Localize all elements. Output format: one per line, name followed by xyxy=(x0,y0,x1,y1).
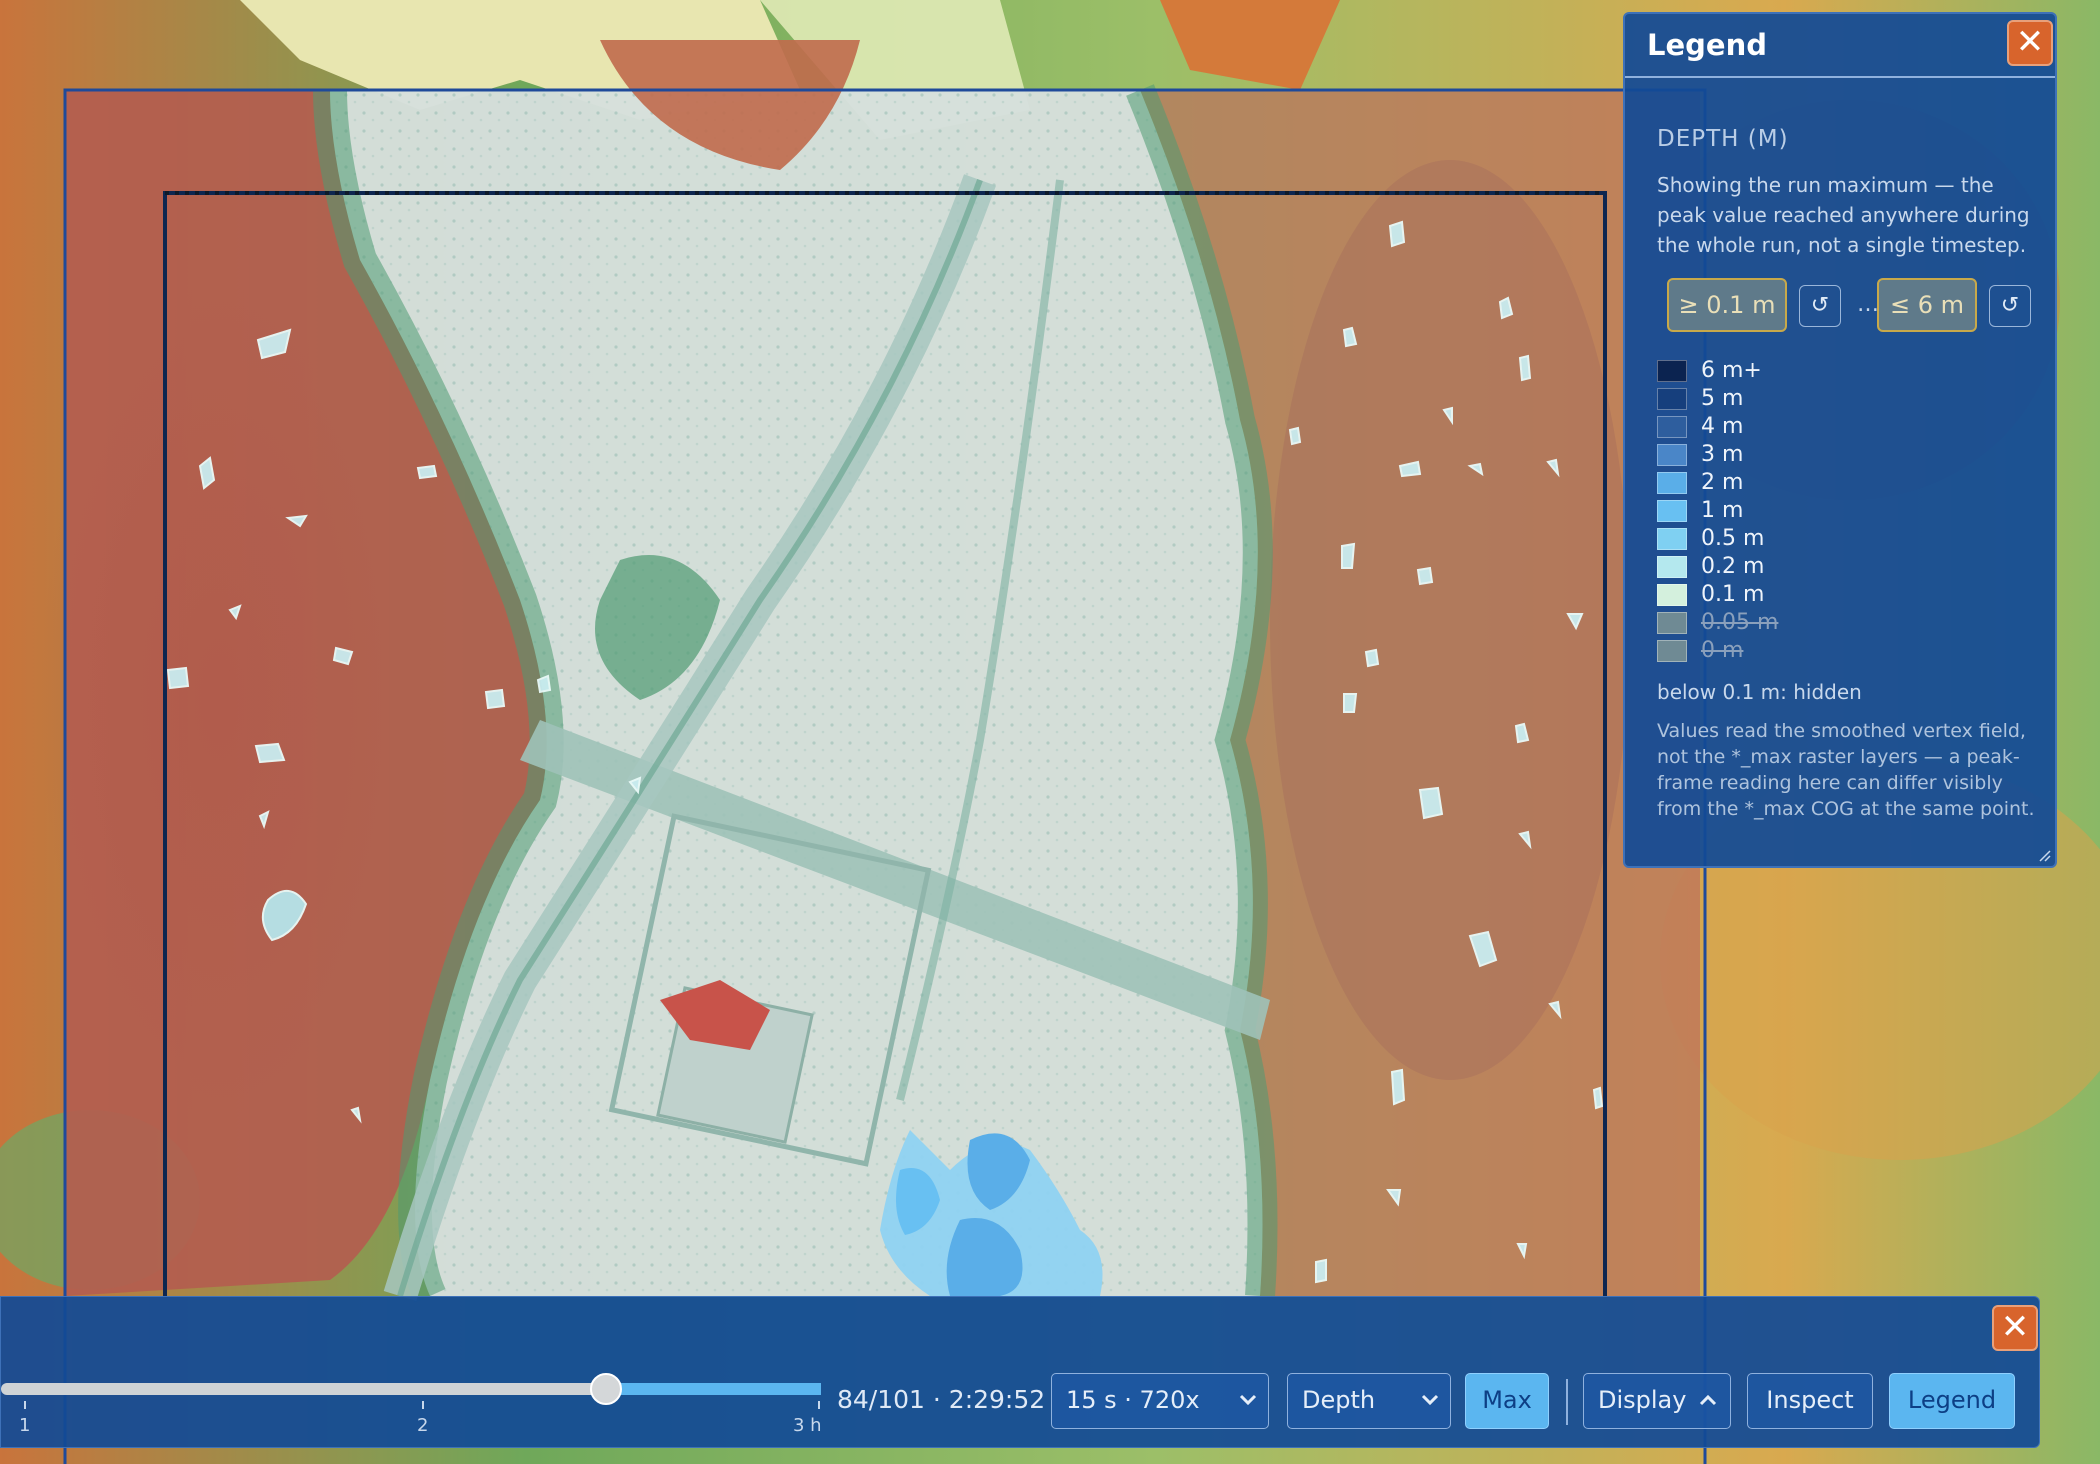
inspect-button[interactable]: Inspect xyxy=(1747,1373,1873,1429)
playback-close-button[interactable]: ✕ xyxy=(1992,1305,2038,1351)
legend-swatch xyxy=(1657,612,1687,634)
legend-swatch xyxy=(1657,444,1687,466)
display-menu-button[interactable]: Display xyxy=(1583,1373,1731,1429)
legend-item-label: 5 m xyxy=(1701,386,1744,411)
legend-item-label: 2 m xyxy=(1701,470,1744,495)
timeline-progress xyxy=(606,1383,821,1395)
legend-swatch xyxy=(1657,360,1687,382)
legend-panel: Legend ✕ DEPTH (M) Showing the run maxim… xyxy=(1623,12,2057,868)
range-filter-row: ≥ 0.1 m ↺ … ≤ 6 m ↺ xyxy=(1667,278,2039,334)
legend-item-label: 0.5 m xyxy=(1701,526,1765,551)
variable-select-value: Depth xyxy=(1302,1386,1376,1414)
legend-swatch xyxy=(1657,556,1687,578)
display-label: Display xyxy=(1598,1386,1687,1414)
timeline-tick-label: 3 h xyxy=(793,1415,822,1436)
legend-title: Legend xyxy=(1647,28,1767,62)
legend-swatch xyxy=(1657,584,1687,606)
close-icon: ✕ xyxy=(2015,22,2045,62)
variable-select[interactable]: Depth xyxy=(1287,1373,1451,1429)
legend-swatch xyxy=(1657,500,1687,522)
min-depth-filter-button[interactable]: ≥ 0.1 m xyxy=(1667,278,1787,332)
legend-item-label: 0.05 m xyxy=(1701,610,1779,635)
legend-item-label: 3 m xyxy=(1701,442,1744,467)
legend-section-title: DEPTH (M) xyxy=(1657,126,1789,152)
reset-min-button[interactable]: ↺ xyxy=(1799,285,1841,327)
timeline-thumb[interactable] xyxy=(590,1373,622,1405)
reset-icon: ↺ xyxy=(2000,293,2020,318)
max-toggle-button[interactable]: Max xyxy=(1465,1373,1549,1429)
legend-item-label: 0.2 m xyxy=(1701,554,1765,579)
legend-swatch xyxy=(1657,528,1687,550)
playback-bar: ✕ 1 2 3 h 84/101 · 2:29:52 15 s · 720x D… xyxy=(0,1296,2040,1448)
resize-handle-icon[interactable] xyxy=(2037,848,2051,862)
legend-header: Legend ✕ xyxy=(1625,14,2055,78)
legend-item-label: 0.1 m xyxy=(1701,582,1765,607)
range-ellipsis: … xyxy=(1857,292,1879,317)
chevron-down-icon xyxy=(1239,1394,1257,1406)
reset-icon: ↺ xyxy=(1810,293,1830,318)
max-depth-filter-button[interactable]: ≤ 6 m xyxy=(1877,278,1977,332)
legend-item-label: 1 m xyxy=(1701,498,1744,523)
legend-item-label: 6 m+ xyxy=(1701,358,1762,383)
close-icon: ✕ xyxy=(2000,1307,2030,1347)
toolbar-divider xyxy=(1566,1379,1568,1425)
chevron-up-icon xyxy=(1699,1394,1717,1406)
legend-close-button[interactable]: ✕ xyxy=(2007,20,2053,66)
legend-swatch xyxy=(1657,472,1687,494)
timeline-tick-label: 2 xyxy=(417,1415,429,1436)
chevron-down-icon xyxy=(1421,1394,1439,1406)
legend-item-label: 0 m xyxy=(1701,638,1744,663)
legend-footnote: Values read the smoothed vertex field, n… xyxy=(1657,720,2035,820)
legend-description: Showing the run maximum — the peak value… xyxy=(1657,173,2030,257)
legend-swatch xyxy=(1657,416,1687,438)
legend-item-label: 4 m xyxy=(1701,414,1744,439)
speed-select[interactable]: 15 s · 720x xyxy=(1051,1373,1269,1429)
legend-swatch xyxy=(1657,640,1687,662)
time-readout: 84/101 · 2:29:52 xyxy=(837,1385,1046,1414)
timeline-tick-label: 1 xyxy=(19,1415,31,1436)
hidden-threshold-note: below 0.1 m: hidden xyxy=(1657,680,1862,704)
reset-max-button[interactable]: ↺ xyxy=(1989,285,2031,327)
timeline-slider[interactable] xyxy=(1,1359,831,1419)
speed-select-value: 15 s · 720x xyxy=(1066,1386,1200,1414)
legend-swatch xyxy=(1657,388,1687,410)
legend-toggle-button[interactable]: Legend xyxy=(1889,1373,2015,1429)
